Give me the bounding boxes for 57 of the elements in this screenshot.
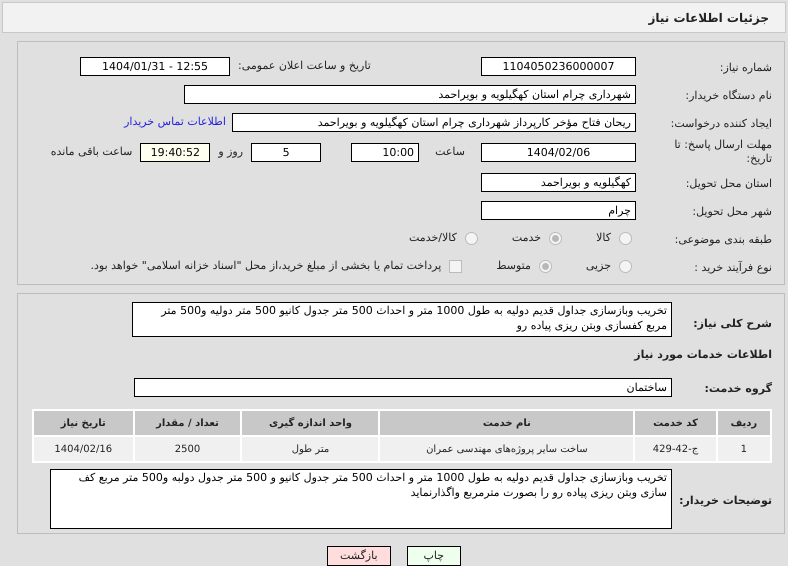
text-field[interactable]: ریحان فتاح مؤخر کارپرداز شهرداری چرام استان کهگیلویه و بویراحمد: [232, 112, 636, 132]
text-field[interactable]: 1404/01/31 - 12:55: [80, 56, 230, 76]
text-field[interactable]: 10:00: [351, 142, 420, 162]
field-label: ایجاد کننده درخواست:: [670, 117, 772, 130]
text-field[interactable]: 1104050236000007: [481, 56, 636, 76]
radio-button[interactable]: [619, 232, 632, 244]
field-label: نوع فرآیند خرید :: [694, 261, 772, 274]
text-field[interactable]: ساختمان: [134, 378, 672, 396]
text-field[interactable]: کهگیلویه و بویراحمد: [481, 172, 636, 192]
field-label: نام دستگاه خریدار:: [685, 89, 772, 102]
column-header: کد خدمت: [634, 410, 717, 436]
table-cell: 1: [716, 436, 771, 462]
table-cell: 1404/02/16: [33, 436, 134, 462]
radio-button[interactable]: [549, 232, 562, 244]
print-button[interactable]: چاپ: [406, 546, 462, 566]
field-label: روز و: [218, 144, 244, 160]
text-field[interactable]: چرام: [481, 200, 636, 220]
text-field[interactable]: 1404/02/06: [481, 142, 636, 162]
text-field[interactable]: 5: [251, 142, 322, 162]
radio-label: کالا: [596, 230, 611, 246]
table-cell: 2500: [134, 436, 242, 462]
radio-button[interactable]: [464, 232, 478, 244]
radio-button[interactable]: [619, 260, 632, 272]
checkbox[interactable]: [449, 260, 462, 272]
radio-button[interactable]: [538, 260, 552, 272]
text-field[interactable]: 19:40:52: [140, 142, 210, 162]
field-label: شهر محل تحویل:: [692, 205, 772, 218]
field-label: شماره نیاز:: [720, 61, 772, 74]
buyer-notes-textarea[interactable]: تخریب وبازسازی جداول قدیم دولیه به طول 1000 متر و احداث 500 متر جدول کانیو و 500 متر جدول دولبه و500 متر مربع کف سازی وبتن ریزی پیاده رو را بصورت مترمربع واگذارنماید: [50, 469, 672, 529]
field-label: طبقه بندی موضوعی:: [674, 233, 772, 246]
column-header: ردیف: [716, 410, 771, 436]
field-label: ساعت: [435, 144, 465, 160]
radio-label: متوسط: [496, 258, 531, 274]
description-textarea[interactable]: تخریب وبازسازی جداول قدیم دولیه به طول 1000 متر و احداث 500 متر جدول کانیو 500 متر دولیه و500 متر مربع کفسازی وبتن ریزی پیاده رو: [132, 302, 672, 337]
radio-label: کالا/خدمت: [409, 230, 457, 246]
field-label: مهلت ارسال پاسخ: تا تاریخ:: [673, 138, 772, 166]
field-label: گروه خدمت:: [704, 382, 772, 395]
section-heading: اطلاعات خدمات مورد نیاز: [634, 348, 772, 361]
field-label: شرح کلی نیاز:: [693, 317, 772, 330]
page-title: جزئیات اطلاعات نیاز: [648, 10, 769, 26]
buyer-contact-link[interactable]: اطلاعات تماس خریدار: [124, 114, 226, 130]
radio-label: خدمت: [512, 230, 542, 246]
checkbox-label: پرداخت تمام یا بخشی از مبلغ خرید،از محل "اسناد خزانه اسلامی" خواهد بود.: [90, 258, 442, 274]
column-header: تاریخ نیاز: [33, 410, 134, 436]
back-button[interactable]: بازگشت: [326, 546, 391, 566]
table-cell: ج-42-429: [634, 436, 717, 462]
table-cell: متر طول: [241, 436, 380, 462]
field-label: تاریخ و ساعت اعلان عمومی:: [238, 58, 371, 74]
field-label: توضیحات خریدار:: [679, 494, 772, 507]
field-label: استان محل تحویل:: [686, 177, 772, 190]
text-field[interactable]: شهرداری چرام استان کهگیلویه و بویراحمد: [184, 84, 636, 104]
column-header: واحد اندازه گیری: [241, 410, 380, 436]
field-label: ساعت باقی مانده: [50, 144, 132, 160]
radio-label: جزیی: [586, 258, 611, 274]
table-cell: ساخت سایر پروژه‌های مهندسی عمران: [379, 436, 634, 462]
column-header: نام خدمت: [379, 410, 634, 436]
column-header: تعداد / مقدار: [134, 410, 242, 436]
